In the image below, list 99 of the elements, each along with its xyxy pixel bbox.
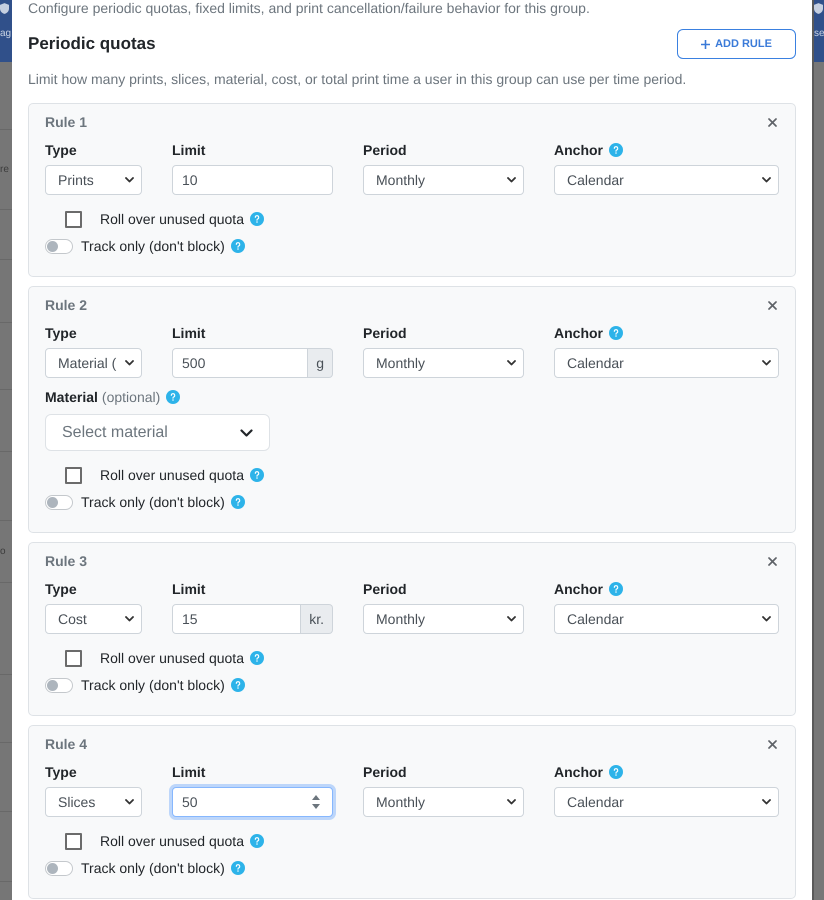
field-label: Anchor [554,763,603,782]
help-icon[interactable] [250,834,264,848]
help-icon[interactable] [609,143,623,157]
help-icon[interactable] [609,582,623,596]
background-text: re [0,164,9,176]
checkbox-label: Roll over unused quota [100,649,244,668]
toggle-switch[interactable] [45,238,73,254]
help-icon[interactable] [230,495,245,509]
shield-icon [814,3,823,14]
field-label: Type [45,324,78,343]
field-label: Type [45,580,78,599]
spinner-icon[interactable] [312,795,320,809]
field-label: Limit [172,324,206,343]
checkbox-label: Roll over unused quota [100,466,244,485]
shield-icon [0,3,9,14]
type-select[interactable]: Cost [45,604,142,634]
help-icon[interactable] [250,468,264,482]
checkbox-label: Roll over unused quota [100,210,244,229]
field-label: Limit [172,763,206,782]
limit-field[interactable]: 500 [172,348,308,378]
period-select[interactable]: Monthly [363,787,524,817]
help-icon[interactable] [609,765,623,779]
anchor-select[interactable]: Calendar [554,348,779,378]
period-select[interactable]: Monthly [363,348,524,378]
chevron-down-icon [507,177,516,183]
toggle-label: Track only (don't block) [81,676,225,695]
field-label: Period [363,580,408,599]
chevron-down-icon [507,616,516,622]
background-text: ag [0,28,12,40]
limit-field[interactable]: 50 [172,787,333,817]
close-icon[interactable] [768,740,777,748]
checkbox[interactable] [65,210,82,228]
help-icon[interactable] [166,390,180,404]
chevron-down-icon [125,616,134,622]
type-select[interactable]: Slices [45,787,142,817]
field-label: Limit [172,141,206,160]
plus-icon [701,40,710,48]
type-select[interactable]: Material ( [45,348,142,378]
anchor-select[interactable]: Calendar [554,604,779,634]
field-label: Type [45,763,78,782]
toggle-label: Track only (don't block) [81,859,225,878]
anchor-select[interactable]: Calendar [554,787,779,817]
background-text: o [0,546,6,558]
section-title: Periodic quotas [28,33,156,55]
rule-title: Rule 4 [45,735,88,754]
toggle-label: Track only (don't block) [81,493,225,512]
optional-hint: (optional) [102,388,160,407]
close-icon[interactable] [768,300,777,310]
period-select[interactable]: Monthly [363,165,524,195]
checkbox[interactable] [65,466,82,484]
material-select[interactable]: Select material [45,414,270,451]
chevron-down-icon [125,360,134,366]
toggle-switch[interactable] [45,494,73,510]
chevron-down-icon [507,799,516,805]
unit-label: g [308,348,333,378]
chevron-down-icon [240,428,253,436]
toggle-label: Track only (don't block) [81,237,225,256]
field-label: Period [363,763,408,782]
period-select[interactable]: Monthly [363,604,524,634]
chevron-down-icon [125,177,134,183]
field-label: Anchor [554,141,603,160]
chevron-down-icon [125,799,134,805]
field-label: Period [363,324,408,343]
rule-title: Rule 2 [45,296,88,315]
help-icon[interactable] [230,239,245,253]
help-icon[interactable] [250,212,264,226]
checkbox[interactable] [65,832,82,850]
field-label: Anchor [554,580,603,599]
chevron-down-icon [762,177,771,183]
background-text: se [814,28,824,40]
limit-field[interactable]: 15 [172,604,302,634]
help-icon[interactable] [609,326,623,340]
limit-field[interactable]: 10 [172,165,333,195]
toggle-switch[interactable] [45,678,73,692]
add-rule-button[interactable]: ADD RULE [677,29,796,59]
field-label: Period [363,141,408,160]
close-icon[interactable] [768,118,777,126]
checkbox[interactable] [65,650,82,666]
help-icon[interactable] [250,651,264,665]
close-icon[interactable] [768,556,777,566]
rule-title: Rule 1 [45,113,88,132]
toggle-switch[interactable] [45,860,73,876]
chevron-down-icon [762,360,771,366]
chevron-down-icon [762,799,771,805]
chevron-down-icon [507,360,516,366]
field-label: Material [45,388,98,407]
field-label: Anchor [554,324,603,343]
unit-label: kr. [301,604,333,634]
rule-title: Rule 3 [45,552,88,571]
type-select[interactable]: Prints [45,165,142,195]
section-description: Limit how many prints, slices, material, cost, or total print time a user in this group can use per time period. [28,70,688,89]
field-label: Limit [172,580,206,599]
field-label: Type [45,141,78,160]
help-icon[interactable] [230,678,245,692]
intro-text: Configure periodic quotas, fixed limits, and print cancellation/failure behavior for this group. [28,0,591,17]
anchor-select[interactable]: Calendar [554,165,779,195]
help-icon[interactable] [230,861,245,875]
chevron-down-icon [762,616,771,622]
checkbox-label: Roll over unused quota [100,832,244,851]
